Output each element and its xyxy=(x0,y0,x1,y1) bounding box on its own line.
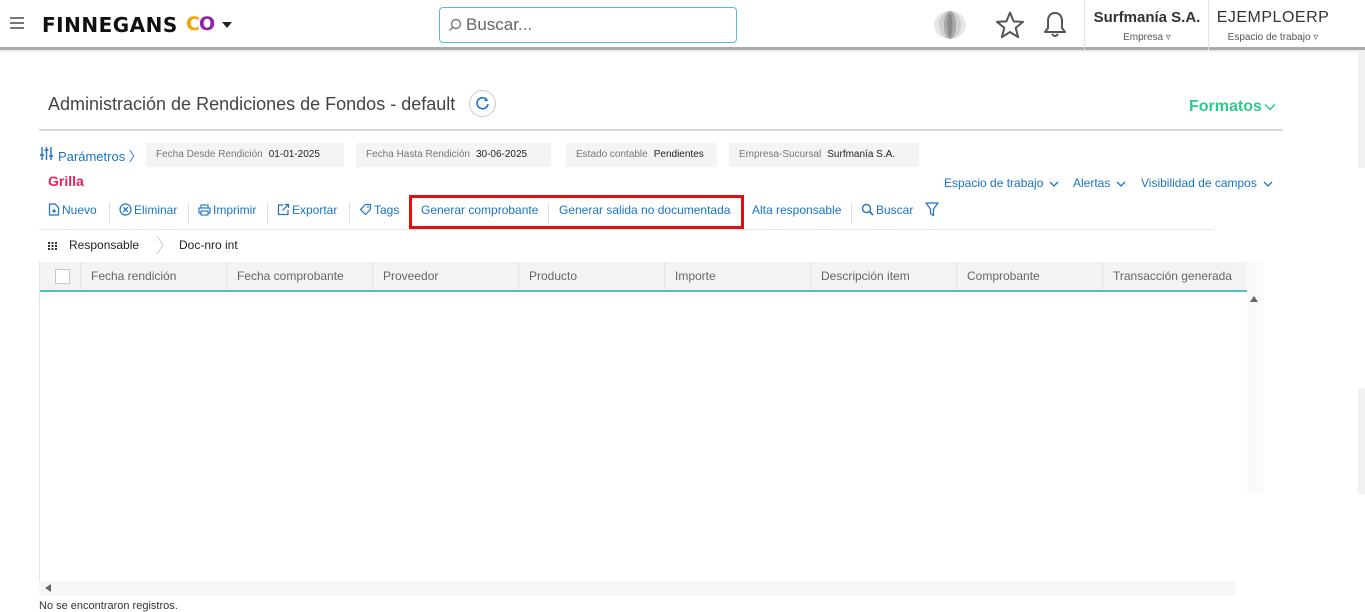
logo-caret-down-icon[interactable] xyxy=(222,22,232,28)
company-label: Empresa ▿ xyxy=(1123,32,1171,43)
sliders-icon xyxy=(40,147,53,160)
chevron-down-icon xyxy=(1116,181,1126,187)
toolbar-separator xyxy=(267,202,268,224)
refresh-icon xyxy=(476,96,489,110)
menu-icon[interactable] xyxy=(10,17,24,29)
page-title: Administración de Rendiciones de Fondos … xyxy=(48,94,456,114)
page-scrollbar-lower[interactable] xyxy=(1358,388,1365,494)
param-empresa-sucursal[interactable]: Empresa-Sucursal Surfmanía S.A. xyxy=(729,143,919,167)
data-grid: Fecha rendición Fecha comprobante Provee… xyxy=(39,262,1248,582)
chevron-down-icon[interactable] xyxy=(1264,102,1276,112)
param-fecha-hasta[interactable]: Fecha Hasta Rendición 30-06-2025 xyxy=(356,143,551,167)
delete-circle-icon xyxy=(119,203,132,216)
eliminar-button[interactable]: Eliminar xyxy=(119,203,177,217)
toolbar-separator xyxy=(109,202,110,224)
search-icon xyxy=(861,203,874,216)
toolbar-separator xyxy=(851,202,852,224)
search-input[interactable] xyxy=(466,14,726,36)
caret-down-icon: ▿ xyxy=(1165,32,1171,43)
alta-responsable-button[interactable]: Alta responsable xyxy=(752,203,841,217)
printer-icon xyxy=(198,204,211,216)
divider xyxy=(1084,0,1085,50)
toolbar-separator xyxy=(188,202,189,224)
column-header[interactable]: Fecha comprobante xyxy=(226,262,372,290)
column-header[interactable]: Transacción generada xyxy=(1102,262,1248,290)
select-all-checkbox[interactable] xyxy=(55,269,70,284)
tag-icon xyxy=(359,203,372,216)
toolbar-separator xyxy=(349,202,350,224)
column-header[interactable]: Producto xyxy=(518,262,664,290)
grid-vertical-scrollbar[interactable] xyxy=(1247,262,1263,494)
refresh-button[interactable] xyxy=(469,90,496,117)
logo-co-mark: CO xyxy=(186,13,215,35)
workspace-selector[interactable]: EJEMPLOERP Espacio de trabajo ▿ xyxy=(1210,9,1336,43)
nuevo-button[interactable]: Nuevo xyxy=(48,203,97,217)
group-chip-doc-nro-int[interactable]: Doc-nro int xyxy=(179,238,238,252)
caret-down-icon: ▿ xyxy=(1313,32,1319,43)
workspace-name: EJEMPLOERP xyxy=(1216,9,1330,26)
page-scrollbar[interactable] xyxy=(1358,50,1365,168)
search-icon xyxy=(449,18,462,31)
scroll-up-arrow-icon[interactable] xyxy=(1250,296,1258,302)
filter-button[interactable] xyxy=(925,202,941,218)
column-header[interactable]: Fecha rendición xyxy=(80,262,226,290)
workspace-link[interactable]: Espacio de trabajo xyxy=(944,176,1059,190)
workspace-label: Espacio de trabajo ▿ xyxy=(1227,32,1319,43)
chevron-right-icon: 〉 xyxy=(128,149,142,164)
exportar-button[interactable]: Exportar xyxy=(277,203,337,217)
visibility-link[interactable]: Visibilidad de campos xyxy=(1141,176,1273,190)
chevron-separator-icon xyxy=(156,235,164,255)
logo[interactable]: FINNEGANS xyxy=(42,13,178,37)
column-header[interactable]: Importe xyxy=(664,262,810,290)
tags-button[interactable]: Tags xyxy=(359,203,399,217)
column-header[interactable]: Proveedor xyxy=(372,262,518,290)
top-bar: FINNEGANS CO Surfmanía S.A. Empresa ▿ EJ… xyxy=(0,0,1365,50)
chevron-down-icon xyxy=(1049,181,1059,187)
title-divider xyxy=(39,129,1283,131)
grid-horizontal-scrollbar[interactable] xyxy=(39,581,1236,596)
buscar-button[interactable]: Buscar xyxy=(861,203,913,217)
grid-header: Fecha rendición Fecha comprobante Provee… xyxy=(40,262,1248,292)
filter-icon xyxy=(925,202,939,217)
bell-icon[interactable] xyxy=(1043,11,1067,39)
column-header[interactable]: Comprobante xyxy=(956,262,1102,290)
external-link-icon xyxy=(277,203,290,216)
company-name: Surfmanía S.A. xyxy=(1093,9,1201,26)
chevron-down-icon xyxy=(1263,181,1273,187)
imprimir-button[interactable]: Imprimir xyxy=(198,203,256,217)
assistant-icon[interactable] xyxy=(932,9,968,41)
company-selector[interactable]: Surfmanía S.A. Empresa ▿ xyxy=(1086,9,1208,43)
grilla-label: Grilla xyxy=(48,173,84,189)
formatos-dropdown[interactable]: Formatos xyxy=(1189,98,1262,116)
param-estado-contable[interactable]: Estado contable Pendientes xyxy=(566,143,717,167)
params-label: Parámetros xyxy=(58,149,126,164)
status-text: No se encontraron registros. xyxy=(39,600,178,612)
divider xyxy=(1208,0,1209,50)
grid-dots-icon[interactable] xyxy=(48,242,57,250)
new-file-icon xyxy=(48,203,60,216)
star-icon[interactable] xyxy=(995,11,1025,39)
highlight-box xyxy=(409,195,744,229)
column-header[interactable]: Descripción item xyxy=(810,262,956,290)
scroll-left-arrow-icon[interactable] xyxy=(45,584,51,592)
param-fecha-desde[interactable]: Fecha Desde Rendición 01-01-2025 xyxy=(146,143,344,167)
alerts-link[interactable]: Alertas xyxy=(1073,176,1126,190)
group-chip-responsable[interactable]: Responsable xyxy=(69,238,139,252)
search-box[interactable] xyxy=(439,7,737,43)
